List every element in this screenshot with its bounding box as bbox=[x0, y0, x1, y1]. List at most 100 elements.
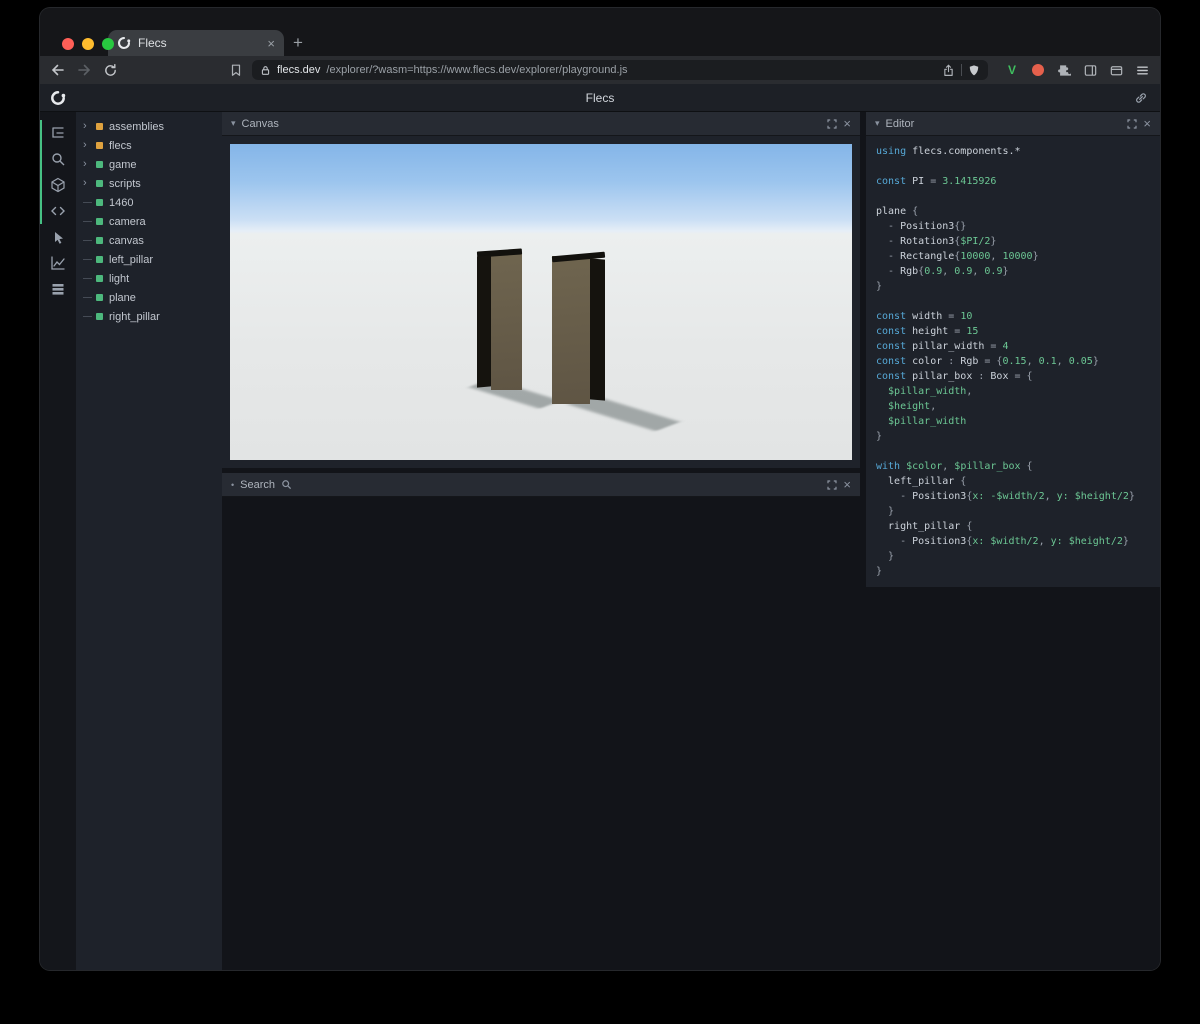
code-line: const pillar_box : Box = { bbox=[876, 371, 1033, 382]
canvas-panel-header: ▾ Canvas × bbox=[222, 112, 860, 136]
close-panel-icon[interactable]: × bbox=[843, 117, 851, 130]
menu-icon[interactable] bbox=[1132, 60, 1152, 80]
sidebar-code-icon[interactable] bbox=[40, 198, 76, 224]
right-pillar-3d bbox=[551, 251, 606, 404]
code-line: } bbox=[876, 506, 895, 517]
wallet-icon[interactable] bbox=[1106, 60, 1126, 80]
editor-code[interactable]: using flecs.components.* const PI = 3.14… bbox=[866, 136, 1160, 587]
address-bar-divider bbox=[961, 64, 962, 76]
brave-shield-icon[interactable] bbox=[968, 64, 980, 77]
code-line: - Position3{x: -$width/2, y: $height/2} bbox=[876, 491, 1135, 502]
tree-item-left_pillar[interactable]: left_pillar bbox=[76, 250, 222, 269]
tree-guide-line bbox=[83, 240, 92, 241]
window-zoom-button[interactable] bbox=[102, 38, 114, 50]
flecs-explorer-app: Flecs › assemblies › flecs › game › scripts 1460… bbox=[40, 84, 1160, 970]
tree-item-right_pillar[interactable]: right_pillar bbox=[76, 307, 222, 326]
sidebar-search-icon[interactable] bbox=[40, 146, 76, 172]
traffic-lights bbox=[62, 38, 114, 50]
code-line: - Rgb{0.9, 0.9, 0.9} bbox=[876, 266, 1009, 277]
3d-viewport[interactable] bbox=[230, 144, 852, 460]
entity-kind-square bbox=[96, 313, 103, 320]
reload-icon[interactable] bbox=[100, 60, 120, 80]
code-line: left_pillar { bbox=[876, 476, 967, 487]
code-line: plane { bbox=[876, 206, 919, 217]
sidebar-toggle-icon[interactable] bbox=[1080, 60, 1100, 80]
tree-item-light[interactable]: light bbox=[76, 269, 222, 288]
code-line: - Position3{x: $width/2, y: $height/2} bbox=[876, 536, 1129, 547]
entity-label: camera bbox=[109, 215, 146, 228]
expand-chevron-icon[interactable]: › bbox=[83, 121, 93, 132]
expand-chevron-icon[interactable]: › bbox=[83, 140, 93, 151]
tree-guide-line bbox=[83, 221, 92, 222]
extension-red-icon[interactable] bbox=[1028, 60, 1048, 80]
collapse-chevron-icon[interactable]: ▾ bbox=[875, 118, 880, 129]
navigation-bar: flecs.dev/explorer/?wasm=https://www.fle… bbox=[40, 56, 1160, 84]
expand-chevron-icon[interactable]: › bbox=[83, 178, 93, 189]
magnifier-icon bbox=[281, 479, 292, 490]
tree-item-flecs[interactable]: › flecs bbox=[76, 136, 222, 155]
tree-item-plane[interactable]: plane bbox=[76, 288, 222, 307]
code-line: } bbox=[876, 566, 883, 577]
tree-item-camera[interactable]: camera bbox=[76, 212, 222, 231]
code-line: const width = 10 bbox=[876, 311, 973, 322]
tree-guide-line bbox=[83, 259, 92, 260]
entity-kind-square bbox=[96, 161, 103, 168]
code-line: using flecs.components.* bbox=[876, 146, 1021, 157]
code-line: } bbox=[876, 551, 895, 562]
code-line: right_pillar { bbox=[876, 521, 973, 532]
extensions-puzzle-icon[interactable] bbox=[1054, 60, 1074, 80]
back-icon[interactable] bbox=[48, 60, 68, 80]
window-close-button[interactable] bbox=[62, 38, 74, 50]
canvas-panel-title: Canvas bbox=[241, 117, 279, 130]
entity-kind-square bbox=[96, 199, 103, 206]
lock-icon bbox=[260, 65, 271, 76]
code-line: $pillar_width, bbox=[876, 386, 973, 397]
code-line: - Position3{} bbox=[876, 221, 967, 232]
code-line: const color : Rgb = {0.15, 0.1, 0.05} bbox=[876, 356, 1099, 367]
bookmark-icon[interactable] bbox=[226, 60, 246, 80]
entity-label: scripts bbox=[109, 177, 141, 190]
fullscreen-icon[interactable] bbox=[1127, 118, 1138, 129]
search-panel-title: Search bbox=[240, 478, 276, 491]
tree-guide-line bbox=[83, 297, 92, 298]
tree-guide-line bbox=[83, 278, 92, 279]
address-bar[interactable]: flecs.dev/explorer/?wasm=https://www.fle… bbox=[252, 60, 988, 80]
tree-item-assemblies[interactable]: › assemblies bbox=[76, 117, 222, 136]
expand-chevron-icon[interactable]: › bbox=[83, 159, 93, 170]
sidebar-queries-icon[interactable] bbox=[40, 276, 76, 302]
editor-panel: ▾ Editor × using flecs.components.* cons… bbox=[866, 112, 1160, 587]
sidebar-inspect-icon[interactable] bbox=[40, 224, 76, 250]
tree-item-scripts[interactable]: › scripts bbox=[76, 174, 222, 193]
fullscreen-icon[interactable] bbox=[827, 479, 838, 490]
share-link-icon[interactable] bbox=[1134, 91, 1148, 105]
editor-panel-title: Editor bbox=[885, 117, 915, 130]
tab-close-icon[interactable]: × bbox=[267, 37, 275, 50]
close-panel-icon[interactable]: × bbox=[843, 478, 851, 491]
panel-bullet-icon[interactable]: • bbox=[231, 480, 234, 490]
search-panel: • Search × bbox=[222, 473, 860, 497]
tab-strip: Flecs × + bbox=[40, 8, 1160, 56]
new-tab-button[interactable]: + bbox=[284, 30, 312, 56]
forward-icon[interactable] bbox=[74, 60, 94, 80]
window-minimize-button[interactable] bbox=[82, 38, 94, 50]
code-line: const pillar_width = 4 bbox=[876, 341, 1009, 352]
collapse-chevron-icon[interactable]: ▾ bbox=[231, 118, 236, 129]
browser-tab[interactable]: Flecs × bbox=[108, 30, 284, 56]
tab-title: Flecs bbox=[138, 36, 167, 50]
fullscreen-icon[interactable] bbox=[827, 118, 838, 129]
tree-item-1460[interactable]: 1460 bbox=[76, 193, 222, 212]
vimium-extension-button[interactable]: V bbox=[1002, 60, 1022, 80]
entity-kind-square bbox=[96, 218, 103, 225]
code-line: with $color, $pillar_box { bbox=[876, 461, 1033, 472]
sidebar-outliner-icon[interactable] bbox=[40, 120, 76, 146]
close-panel-icon[interactable]: × bbox=[1143, 117, 1151, 130]
tree-item-game[interactable]: › game bbox=[76, 155, 222, 174]
share-icon[interactable] bbox=[942, 64, 955, 77]
sidebar-stats-icon[interactable] bbox=[40, 250, 76, 276]
entity-kind-square bbox=[96, 142, 103, 149]
code-line: $pillar_width bbox=[876, 416, 967, 427]
flecs-logo-icon bbox=[50, 90, 66, 106]
sidebar-canvas-icon[interactable] bbox=[40, 172, 76, 198]
tree-item-canvas[interactable]: canvas bbox=[76, 231, 222, 250]
